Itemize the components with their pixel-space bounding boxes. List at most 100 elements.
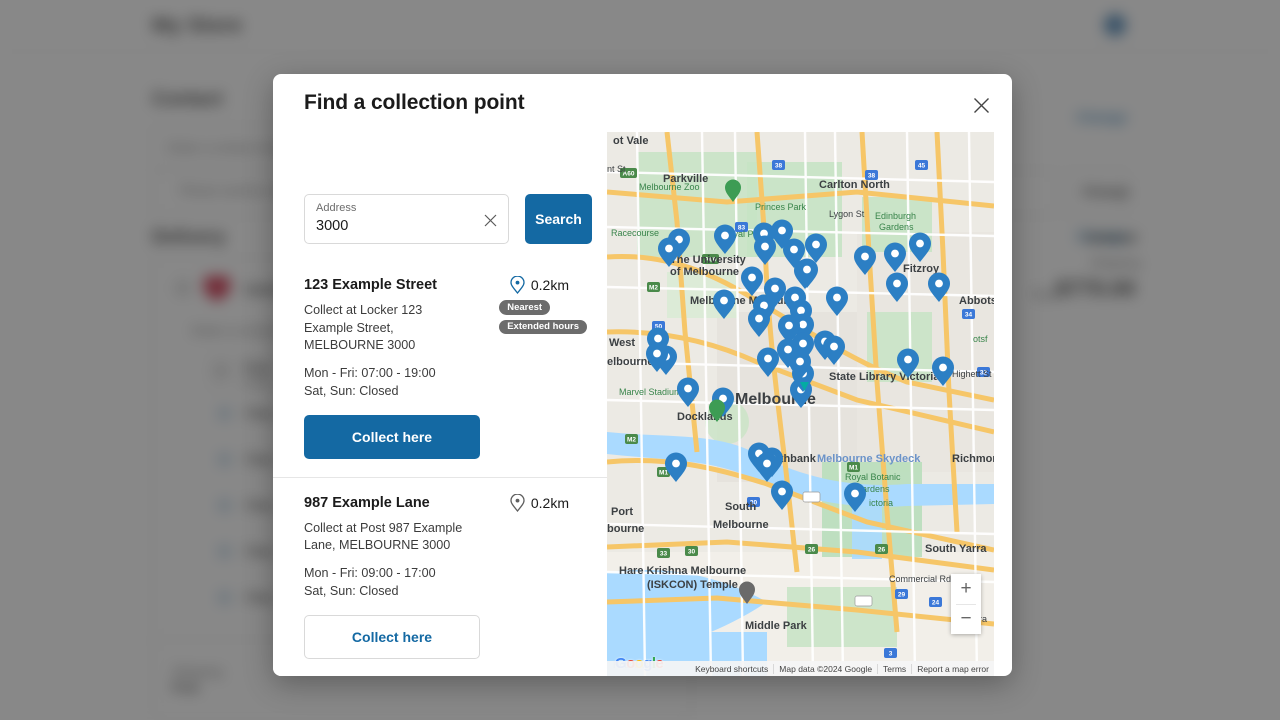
page-root: My Store Contact Change Enter a contact … <box>0 0 1280 720</box>
map-label: ot Vale <box>613 135 648 147</box>
collect-here-button[interactable]: Collect here <box>304 414 480 459</box>
collection-point-address: Collect at Locker 123 Example Street, ME… <box>304 303 423 352</box>
map-attribution-bar: Keyboard shortcuts Map data ©2024 Google T… <box>607 661 994 676</box>
road-shield: 29 <box>895 589 908 599</box>
map-label: Racecourse <box>611 228 659 238</box>
map-label: Lygon St <box>829 209 865 219</box>
hours-line: Mon - Fri: 07:00 - 19:00 <box>304 365 436 380</box>
map-label: South <box>725 501 756 513</box>
attribution-link[interactable]: Map data ©2024 Google <box>773 663 877 674</box>
map-label: Highett St <box>952 369 992 379</box>
road-shield: 26 <box>875 544 888 554</box>
attribution-link[interactable]: Report a map error <box>911 663 994 674</box>
svg-text:M2: M2 <box>649 284 658 291</box>
distance-value: 0.2km <box>530 277 569 293</box>
map-label: Melbourne Zoo <box>639 182 700 192</box>
svg-text:M1: M1 <box>849 464 858 471</box>
clear-input-icon-glyph <box>484 214 496 226</box>
svg-text:Alt 1: Alt 1 <box>856 598 870 605</box>
map-label: Hare Krishna Melbourne <box>619 565 746 577</box>
minus-icon[interactable]: − <box>951 604 981 634</box>
distance-value: 0.2km <box>530 494 569 511</box>
map-label: of Melbourne <box>670 266 739 278</box>
map-label: Melbourne <box>713 519 769 531</box>
svg-text:3: 3 <box>889 650 893 657</box>
map-label: Melbourne Skydeck <box>817 453 921 465</box>
clear-input-icon[interactable] <box>479 209 501 231</box>
svg-text:34: 34 <box>965 311 973 318</box>
road-shield: 24 <box>929 597 942 607</box>
collection-point-address: Collect at Post 987 Example Lane, MELBOU… <box>304 520 463 553</box>
address-field-label: Address <box>316 202 357 214</box>
map-label: West <box>609 337 635 349</box>
road-shield: 30 <box>685 546 698 556</box>
map-label: Commercial Rd <box>889 574 951 584</box>
map-canvas[interactable]: A60 38 38 45 83 A60 M2 34 50 M2 32 M1 M1 20 Alt 1 33 30 2… <box>607 132 994 676</box>
address-field[interactable]: Address <box>304 194 509 244</box>
road-shield: 26 <box>805 544 818 554</box>
dialog-title: Find a collection point <box>304 91 525 114</box>
find-collection-point-dialog: Find a collection point Address Searc <box>273 74 1012 676</box>
map-label: State Library Victoria <box>829 371 940 383</box>
map-label: Carlton North <box>819 179 890 191</box>
road-shield: M2 <box>647 282 660 292</box>
map-graphic: A6038384583A60M23450M232M1M120Alt 133 30 2… <box>607 132 994 676</box>
map-pin-icon <box>510 493 525 512</box>
map-label: Abbotsf <box>959 295 994 307</box>
collection-point-hours: Mon - Fri: 07:00 - 19:00 Sat, Sun: Closed <box>304 364 577 401</box>
map-label: Richmon <box>952 453 994 465</box>
badge-group: Nearest Extended hours <box>499 300 587 334</box>
svg-text:Alt 1: Alt 1 <box>804 494 818 501</box>
hours-line: Sat, Sun: Closed <box>304 384 399 398</box>
map-label: (ISKCON) Temple <box>647 579 738 591</box>
svg-text:29: 29 <box>898 591 906 598</box>
road-shield: 34 <box>962 309 975 319</box>
status-badge: Nearest <box>499 300 551 315</box>
map-label: Middle Park <box>745 620 808 632</box>
svg-text:38: 38 <box>775 162 783 169</box>
map-label: otsf <box>973 334 988 344</box>
svg-text:45: 45 <box>918 162 926 169</box>
map-label: nt St <box>607 164 626 174</box>
collect-here-button[interactable]: Collect here <box>304 614 480 659</box>
map-label: bourne <box>607 523 644 535</box>
svg-text:24: 24 <box>932 599 940 606</box>
map-label: Gardens <box>879 222 914 232</box>
close-icon-glyph <box>973 97 989 113</box>
map-label: Princes Park <box>755 202 807 212</box>
road-shield: M2 <box>625 434 638 444</box>
results-panel: Address Search 123 Example Street0.2kmCo… <box>273 132 607 676</box>
status-badge: Extended hours <box>499 319 587 334</box>
svg-text:30: 30 <box>688 548 696 555</box>
map-label: South Yarra <box>925 543 987 555</box>
collection-point-item[interactable]: 987 Example Lane 0.2km Collect at Post 987… <box>273 478 607 677</box>
attribution-link[interactable]: Keyboard shortcuts <box>690 664 773 674</box>
svg-text:M1: M1 <box>659 469 668 476</box>
road-shield: 3 <box>884 648 897 658</box>
search-button[interactable]: Search <box>525 194 592 244</box>
map-label: Fitzroy <box>903 263 940 275</box>
map-label: Royal Botanic <box>845 472 901 482</box>
svg-text:26: 26 <box>878 546 886 553</box>
road-shield: Alt 1 <box>854 595 873 607</box>
collection-point-item[interactable]: 123 Example Street 0.2km Collect at Locker… <box>273 260 607 478</box>
map-zoom-controls[interactable]: + − <box>951 574 981 634</box>
address-input[interactable] <box>316 218 466 234</box>
road-shield: 33 <box>657 548 670 558</box>
map-label: The University <box>670 254 747 266</box>
map-label: Marvel Stadium <box>619 387 682 397</box>
road-shield: 38 <box>772 160 785 170</box>
svg-text:33: 33 <box>660 550 668 557</box>
close-icon[interactable] <box>964 88 998 122</box>
map-label: Port <box>611 506 633 518</box>
road-shield: Alt 1 <box>802 491 821 503</box>
collection-point-list[interactable]: 123 Example Street 0.2km Collect at Locker… <box>273 260 607 676</box>
plus-icon[interactable]: + <box>951 574 981 604</box>
attribution-link[interactable]: Terms <box>877 663 911 674</box>
svg-text:26: 26 <box>808 546 816 553</box>
road-shield: 45 <box>915 160 928 170</box>
distance-group: 0.2km <box>510 276 569 294</box>
map-label: ictoria <box>869 498 893 508</box>
hours-line: Mon - Fri: 09:00 - 17:00 <box>304 565 436 580</box>
search-row: Address Search <box>304 194 592 244</box>
